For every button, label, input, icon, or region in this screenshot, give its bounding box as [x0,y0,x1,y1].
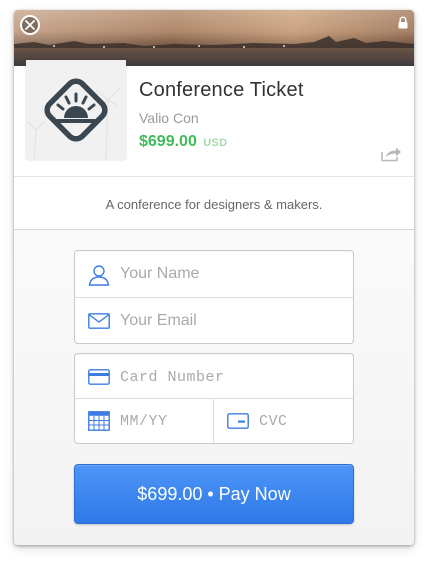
card-back-icon [227,413,249,429]
lock-icon [398,16,408,29]
envelope-icon [88,313,110,329]
identity-fields [74,250,354,344]
price-amount: $699.00 [139,133,197,150]
email-field-row [75,297,353,343]
name-field-row [75,251,353,297]
email-input[interactable] [120,298,340,343]
card-number-row [75,354,353,400]
card-fields [74,353,354,444]
share-icon[interactable] [380,146,402,162]
cvc-input[interactable] [259,399,349,443]
user-icon [88,265,110,286]
name-input[interactable] [120,251,340,297]
payment-form: $699.00 • Pay Now [14,230,414,545]
product-title: Conference Ticket [139,79,304,101]
checkout-modal: Conference Ticket Valio Con $699.00 USD … [14,10,414,545]
close-icon [25,20,35,30]
close-button[interactable] [20,15,40,35]
price-currency: USD [203,137,228,149]
credit-card-icon [88,369,110,385]
product-description: A conference for designers & makers. [105,197,323,212]
product-logo [26,60,126,160]
product-subtitle: Valio Con [139,110,199,126]
pay-now-button[interactable]: $699.00 • Pay Now [74,464,354,524]
description-bar: A conference for designers & makers. [14,176,414,230]
header-photo [14,10,414,66]
expiry-field-row [75,398,214,443]
price-row: $699.00 USD [139,133,227,151]
sun-diamond-logo-icon [27,78,121,160]
calendar-icon [88,411,110,431]
cvc-field-row [214,398,353,443]
product-summary: Conference Ticket Valio Con $699.00 USD [14,60,414,176]
card-number-input[interactable] [120,354,340,400]
expiry-input[interactable] [120,399,210,443]
